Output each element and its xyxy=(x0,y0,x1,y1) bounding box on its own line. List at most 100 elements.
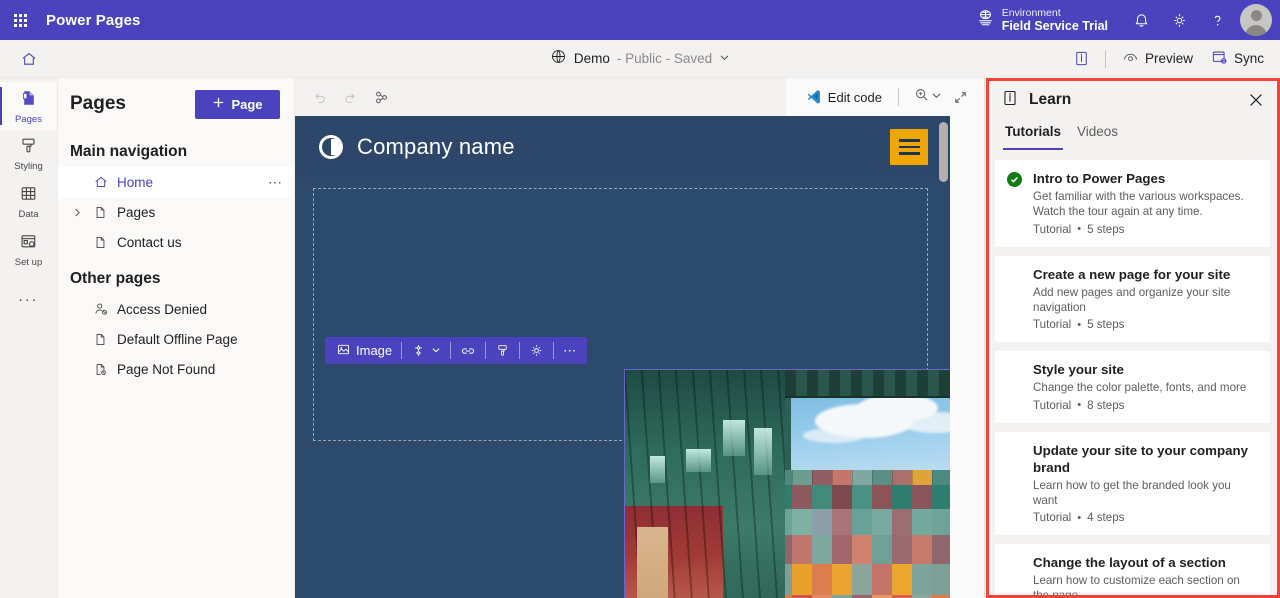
redo-arrow-icon[interactable] xyxy=(336,83,364,111)
learn-panel-title: Learn xyxy=(1029,91,1072,108)
environment-selector[interactable]: Environment Field Service Trial xyxy=(976,7,1122,33)
divider xyxy=(401,342,403,359)
image-icon xyxy=(336,342,351,360)
expand-diagonal-icon[interactable] xyxy=(946,83,974,111)
tree-item-contact-us[interactable]: Contact us xyxy=(58,227,294,257)
canvas-gutter xyxy=(950,116,984,598)
row-more-ellipsis-icon[interactable]: ⋯ xyxy=(268,174,286,191)
zoom-control[interactable] xyxy=(907,82,944,112)
divider xyxy=(450,342,452,359)
home-outline-icon xyxy=(92,174,109,190)
meta-separator: • xyxy=(1077,399,1082,412)
meta-separator: • xyxy=(1077,511,1082,524)
more-ellipsis-icon[interactable]: ... xyxy=(0,274,57,318)
container-row xyxy=(772,508,950,536)
list-item[interactable]: Create a new page for your site Add new … xyxy=(995,255,1270,343)
page-document-icon xyxy=(92,235,109,250)
sidebar-item-label: Set up xyxy=(14,257,43,269)
sitemap-icon[interactable] xyxy=(367,83,395,111)
globe-icon xyxy=(550,48,567,70)
learn-info-icon xyxy=(1001,89,1019,112)
tutorial-kind: Tutorial xyxy=(1033,511,1072,525)
site-status: - Public - Saved xyxy=(616,51,713,66)
align-distribute-icon[interactable] xyxy=(404,339,448,362)
sidebar-item-styling[interactable]: Styling xyxy=(0,130,57,178)
environment-name: Field Service Trial xyxy=(1001,18,1108,33)
list-item[interactable]: Intro to Power Pages Get familiar with t… xyxy=(995,160,1270,247)
canvas-viewport: Company name Image ⋯ xyxy=(295,116,984,598)
tab-videos[interactable]: Videos xyxy=(1071,122,1124,152)
divider xyxy=(898,88,899,106)
tree-item-default-offline-page[interactable]: Default Offline Page xyxy=(58,324,294,354)
vscode-icon xyxy=(806,88,822,107)
canvas-view-tools: Edit code xyxy=(785,78,984,116)
tree-item-access-denied[interactable]: Access Denied xyxy=(58,294,294,324)
gear-icon[interactable] xyxy=(1160,0,1198,40)
list-item[interactable]: Style your site Change the color palette… xyxy=(995,351,1270,423)
add-page-button[interactable]: Page xyxy=(195,89,280,119)
data-table-icon xyxy=(19,184,38,208)
tree-item-label: Contact us xyxy=(117,234,182,250)
learn-info-icon[interactable] xyxy=(1067,45,1097,73)
hamburger-menu-icon[interactable] xyxy=(890,129,928,165)
canvas-toolbar: Edit code xyxy=(295,78,984,116)
page-title: Pages xyxy=(70,93,126,114)
command-bar-actions: Preview Sync xyxy=(1067,44,1280,74)
glass-reflection xyxy=(753,427,773,475)
paintbrush-icon[interactable] xyxy=(488,339,517,362)
tutorial-description: Get familiar with the various workspaces… xyxy=(1033,190,1244,219)
brand-bar-right: Environment Field Service Trial xyxy=(976,0,1280,40)
container-photo xyxy=(625,370,950,598)
environment-label: Environment xyxy=(1001,6,1061,19)
tree-item-home[interactable]: Home ⋯ xyxy=(58,167,294,197)
container-row xyxy=(772,563,950,596)
green-check-circle-icon xyxy=(1007,170,1025,236)
undo-arrow-icon[interactable] xyxy=(305,83,333,111)
list-item[interactable]: Change the layout of a section Learn how… xyxy=(995,544,1270,598)
gear-icon[interactable] xyxy=(522,339,551,362)
canvas-scrollbar[interactable] xyxy=(939,122,948,308)
top-containers xyxy=(784,370,950,397)
close-x-icon[interactable] xyxy=(1242,86,1270,114)
edit-code-label: Edit code xyxy=(827,89,882,105)
divider xyxy=(553,342,555,359)
home-icon[interactable] xyxy=(0,40,58,78)
bell-icon[interactable] xyxy=(1122,0,1160,40)
tutorial-meta: Tutorial • 4 steps xyxy=(1033,511,1258,524)
tutorial-steps: 5 steps xyxy=(1087,222,1125,236)
tab-tutorials[interactable]: Tutorials xyxy=(999,122,1067,152)
tutorial-meta: Tutorial • 5 steps xyxy=(1033,223,1258,236)
tree-item-page-not-found[interactable]: Page Not Found xyxy=(58,354,294,384)
preview-label: Preview xyxy=(1144,51,1193,66)
tutorial-description: Add new pages and organize your site nav… xyxy=(1033,285,1231,314)
preview-button[interactable]: Preview xyxy=(1114,44,1201,74)
question-mark-icon[interactable] xyxy=(1198,0,1236,40)
meta-separator: • xyxy=(1077,223,1082,236)
site-selector[interactable]: Demo - Public - Saved xyxy=(544,45,736,73)
more-ellipsis-icon[interactable]: ⋯ xyxy=(556,339,583,362)
waffle-grid-icon[interactable] xyxy=(0,0,40,40)
image-component-label[interactable]: Image xyxy=(329,339,399,362)
tree-item-pages[interactable]: Pages xyxy=(58,197,294,227)
sidebar-item-setup[interactable]: Set up xyxy=(0,226,57,274)
chevron-down-icon xyxy=(931,88,942,106)
tutorial-title: Change the layout of a section xyxy=(1033,555,1226,571)
tutorial-kind: Tutorial xyxy=(1033,318,1072,332)
edit-code-button[interactable]: Edit code xyxy=(798,83,890,112)
sync-button[interactable]: Sync xyxy=(1203,44,1272,74)
environment-icon xyxy=(976,8,995,32)
tutorial-title: Intro to Power Pages xyxy=(1033,171,1166,186)
link-chain-icon[interactable] xyxy=(453,339,483,362)
tutorial-steps: 8 steps xyxy=(1087,398,1125,412)
list-item[interactable]: Update your site to your company brand L… xyxy=(995,431,1270,536)
divider xyxy=(519,342,521,359)
sidebar-item-data[interactable]: Data xyxy=(0,178,57,226)
sidebar-item-pages[interactable]: Pages xyxy=(0,82,57,130)
learn-panel-header: Learn xyxy=(985,78,1280,122)
learn-panel-tabs: Tutorials Videos xyxy=(985,122,1280,152)
site-canvas[interactable]: Company name Image ⋯ xyxy=(295,116,950,598)
avatar[interactable] xyxy=(1240,4,1272,36)
group-title-main-navigation: Main navigation xyxy=(70,143,188,160)
image-component[interactable] xyxy=(624,369,950,598)
chevron-right-icon[interactable] xyxy=(70,207,84,218)
